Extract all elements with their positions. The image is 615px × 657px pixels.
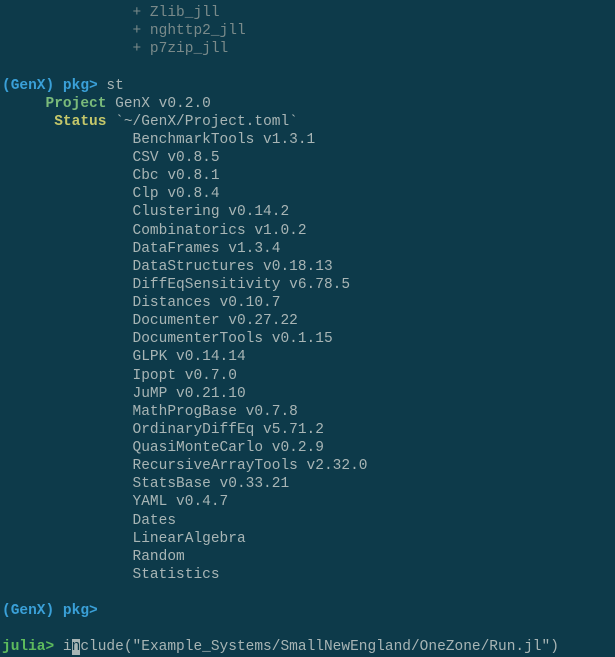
package-entry: OrdinaryDiffEq v5.71.2	[133, 422, 324, 438]
status-command: st	[98, 78, 124, 94]
package-line: Random	[2, 548, 613, 566]
package-entry: DataFrames v1.3.4	[133, 241, 281, 257]
package-entry: BenchmarkTools v1.3.1	[133, 132, 316, 148]
added-package-line: + nghttp2_jll	[2, 22, 613, 40]
blank-line	[2, 58, 613, 76]
julia-input-line[interactable]: julia> include("Example_Systems/SmallNew…	[2, 638, 613, 656]
package-line: DataStructures v0.18.13	[2, 258, 613, 276]
added-package: + Zlib_jll	[133, 5, 220, 21]
status-path-line: Status `~/GenX/Project.toml`	[2, 113, 613, 131]
package-line: JuMP v0.21.10	[2, 385, 613, 403]
package-line: RecursiveArrayTools v2.32.0	[2, 457, 613, 475]
package-line: GLPK v0.14.14	[2, 348, 613, 366]
package-entry: DiffEqSensitivity v6.78.5	[133, 277, 351, 293]
package-line: CSV v0.8.5	[2, 149, 613, 167]
package-line: DiffEqSensitivity v6.78.5	[2, 276, 613, 294]
package-line: QuasiMonteCarlo v0.2.9	[2, 439, 613, 457]
package-line: Cbc v0.8.1	[2, 167, 613, 185]
package-entry: Ipopt v0.7.0	[133, 368, 237, 384]
package-entry: RecursiveArrayTools v2.32.0	[133, 458, 368, 474]
package-line: MathProgBase v0.7.8	[2, 403, 613, 421]
pkg-status-line: (GenX) pkg> st	[2, 77, 613, 95]
package-line: Distances v0.10.7	[2, 294, 613, 312]
package-line: Dates	[2, 512, 613, 530]
package-entry: YAML v0.4.7	[133, 494, 229, 510]
package-line: BenchmarkTools v1.3.1	[2, 131, 613, 149]
package-entry: Clp v0.8.4	[133, 186, 220, 202]
terminal-output: + Zlib_jll + nghttp2_jll + p7zip_jll (Ge…	[2, 4, 613, 657]
package-entry: Clustering v0.14.2	[133, 204, 290, 220]
package-entry: GLPK v0.14.14	[133, 349, 246, 365]
pkg-prompt-empty: (GenX) pkg>	[2, 602, 613, 620]
package-entry: MathProgBase v0.7.8	[133, 404, 298, 420]
package-entry: Combinatorics v1.0.2	[133, 223, 307, 239]
pkg-prompt: (GenX) pkg>	[2, 78, 98, 94]
package-line: DataFrames v1.3.4	[2, 240, 613, 258]
blank-line	[2, 584, 613, 602]
package-entry: Random	[133, 549, 185, 565]
package-entry: Distances v0.10.7	[133, 295, 281, 311]
package-line: Combinatorics v1.0.2	[2, 222, 613, 240]
package-entry: JuMP v0.21.10	[133, 386, 246, 402]
package-line: OrdinaryDiffEq v5.71.2	[2, 421, 613, 439]
project-label: Project	[46, 96, 107, 112]
added-package-line: + p7zip_jll	[2, 40, 613, 58]
package-line: YAML v0.4.7	[2, 493, 613, 511]
package-line: Clustering v0.14.2	[2, 203, 613, 221]
status-value: `~/GenX/Project.toml`	[115, 114, 298, 130]
package-entry: QuasiMonteCarlo v0.2.9	[133, 440, 324, 456]
package-line: Clp v0.8.4	[2, 185, 613, 203]
package-entry: Documenter v0.27.22	[133, 313, 298, 329]
package-entry: LinearAlgebra	[133, 531, 246, 547]
added-package: + nghttp2_jll	[133, 23, 246, 39]
julia-prompt: julia>	[2, 639, 54, 655]
package-line: StatsBase v0.33.21	[2, 475, 613, 493]
project-value: GenX v0.2.0	[115, 96, 211, 112]
added-package: + p7zip_jll	[133, 41, 229, 57]
package-entry: Dates	[133, 513, 177, 529]
project-line: Project GenX v0.2.0	[2, 95, 613, 113]
package-entry: StatsBase v0.33.21	[133, 476, 290, 492]
added-package-line: + Zlib_jll	[2, 4, 613, 22]
package-line: Ipopt v0.7.0	[2, 367, 613, 385]
package-entry: Statistics	[133, 567, 220, 583]
package-entry: DataStructures v0.18.13	[133, 259, 333, 275]
package-line: LinearAlgebra	[2, 530, 613, 548]
package-entry: Cbc v0.8.1	[133, 168, 220, 184]
package-entry: CSV v0.8.5	[133, 150, 220, 166]
package-line: Statistics	[2, 566, 613, 584]
package-entry: DocumenterTools v0.1.15	[133, 331, 333, 347]
julia-command-suffix: clude("Example_Systems/SmallNewEngland/O…	[80, 639, 559, 655]
status-label: Status	[54, 114, 106, 130]
pkg-prompt: (GenX) pkg>	[2, 603, 98, 619]
blank-line	[2, 620, 613, 638]
package-line: DocumenterTools v0.1.15	[2, 330, 613, 348]
package-line: Documenter v0.27.22	[2, 312, 613, 330]
julia-command-prefix: i	[63, 639, 72, 655]
